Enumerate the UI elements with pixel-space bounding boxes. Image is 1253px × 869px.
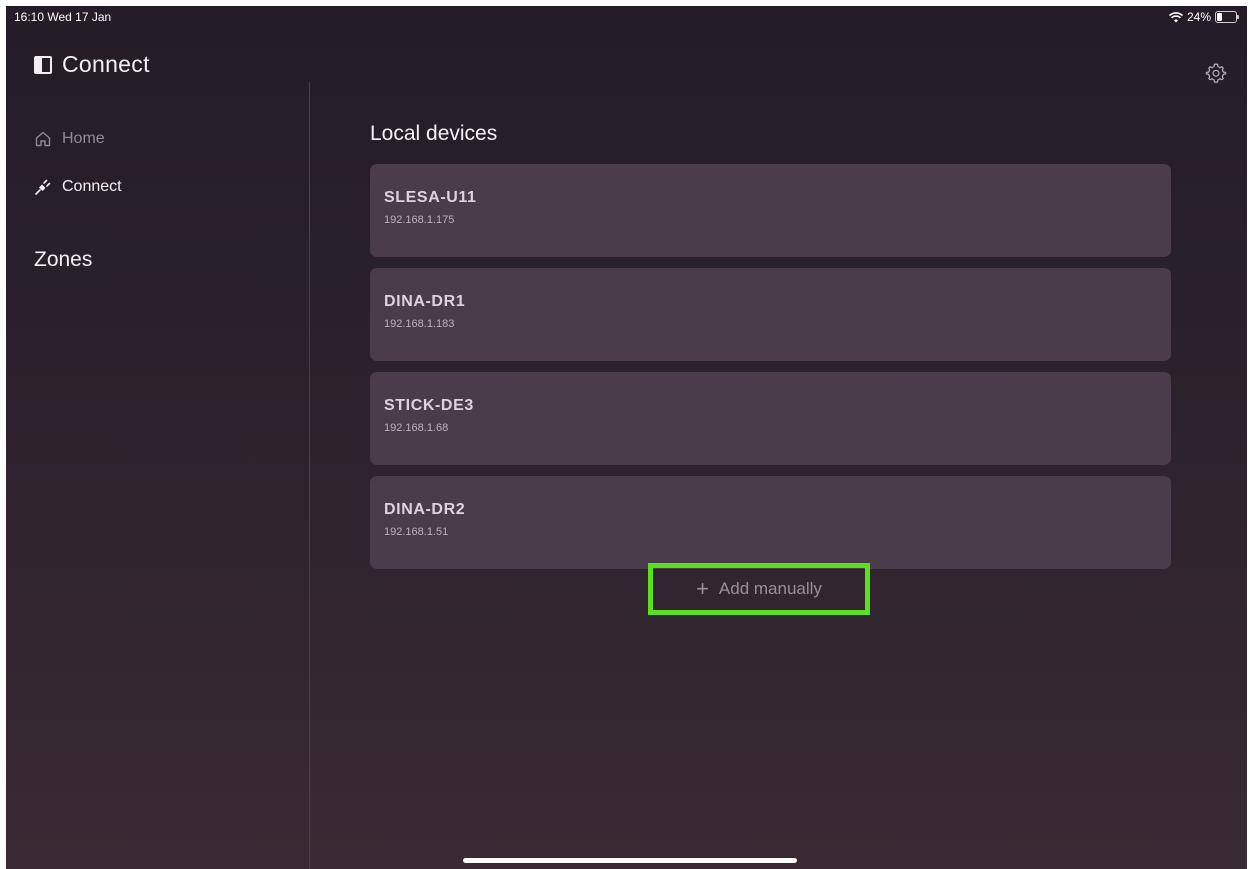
battery-icon	[1215, 11, 1239, 23]
device-ip: 192.168.1.175	[384, 214, 455, 226]
device-card[interactable]: STICK-DE3 192.168.1.68	[370, 372, 1171, 465]
wifi-icon	[1168, 11, 1183, 22]
battery-percent: 24%	[1186, 10, 1211, 24]
sidebar-item-home[interactable]: Home	[34, 128, 122, 150]
sidebar-nav: Home Connect	[34, 128, 122, 224]
add-manually-label: Add manually	[718, 579, 822, 598]
home-icon	[35, 131, 51, 147]
device-list: SLESA-U11 192.168.1.175 DINA-DR1 192.168…	[370, 164, 1171, 580]
device-name: DINA-DR1	[384, 293, 466, 310]
app-header: Connect	[34, 51, 150, 78]
device-name: STICK-DE3	[384, 397, 474, 414]
device-card[interactable]: SLESA-U11 192.168.1.175	[370, 164, 1171, 257]
app-screen: 16:10 Wed 17 Jan 24% Connect Home Connec…	[6, 6, 1247, 869]
battery-level	[1217, 13, 1222, 21]
sidebar-item-label: Connect	[62, 178, 122, 195]
zones-heading: Zones	[34, 248, 93, 271]
status-indicators: 24%	[1168, 10, 1239, 24]
status-bar: 16:10 Wed 17 Jan 24%	[6, 6, 1247, 36]
sidebar-item-connect[interactable]: Connect	[34, 176, 122, 198]
device-card[interactable]: DINA-DR1 192.168.1.183	[370, 268, 1171, 361]
plus-icon: +	[696, 576, 709, 601]
plug-icon	[35, 179, 51, 195]
device-name: SLESA-U11	[384, 189, 477, 206]
home-indicator[interactable]	[463, 858, 797, 863]
settings-gear-icon[interactable]	[1205, 62, 1227, 84]
page-title: Connect	[62, 51, 150, 77]
device-card[interactable]: DINA-DR2 192.168.1.51	[370, 476, 1171, 569]
device-ip: 192.168.1.51	[384, 526, 449, 538]
add-manually-button[interactable]: + Add manually	[648, 563, 870, 615]
status-time: 16:10 Wed 17 Jan	[14, 10, 112, 24]
device-ip: 192.168.1.68	[384, 422, 449, 434]
section-title: Local devices	[370, 122, 498, 145]
sidebar-item-label: Home	[62, 130, 105, 147]
sidebar-toggle-icon[interactable]	[34, 55, 52, 74]
device-ip: 192.168.1.183	[384, 318, 455, 330]
sidebar-divider	[309, 82, 310, 869]
device-name: DINA-DR2	[384, 501, 466, 518]
